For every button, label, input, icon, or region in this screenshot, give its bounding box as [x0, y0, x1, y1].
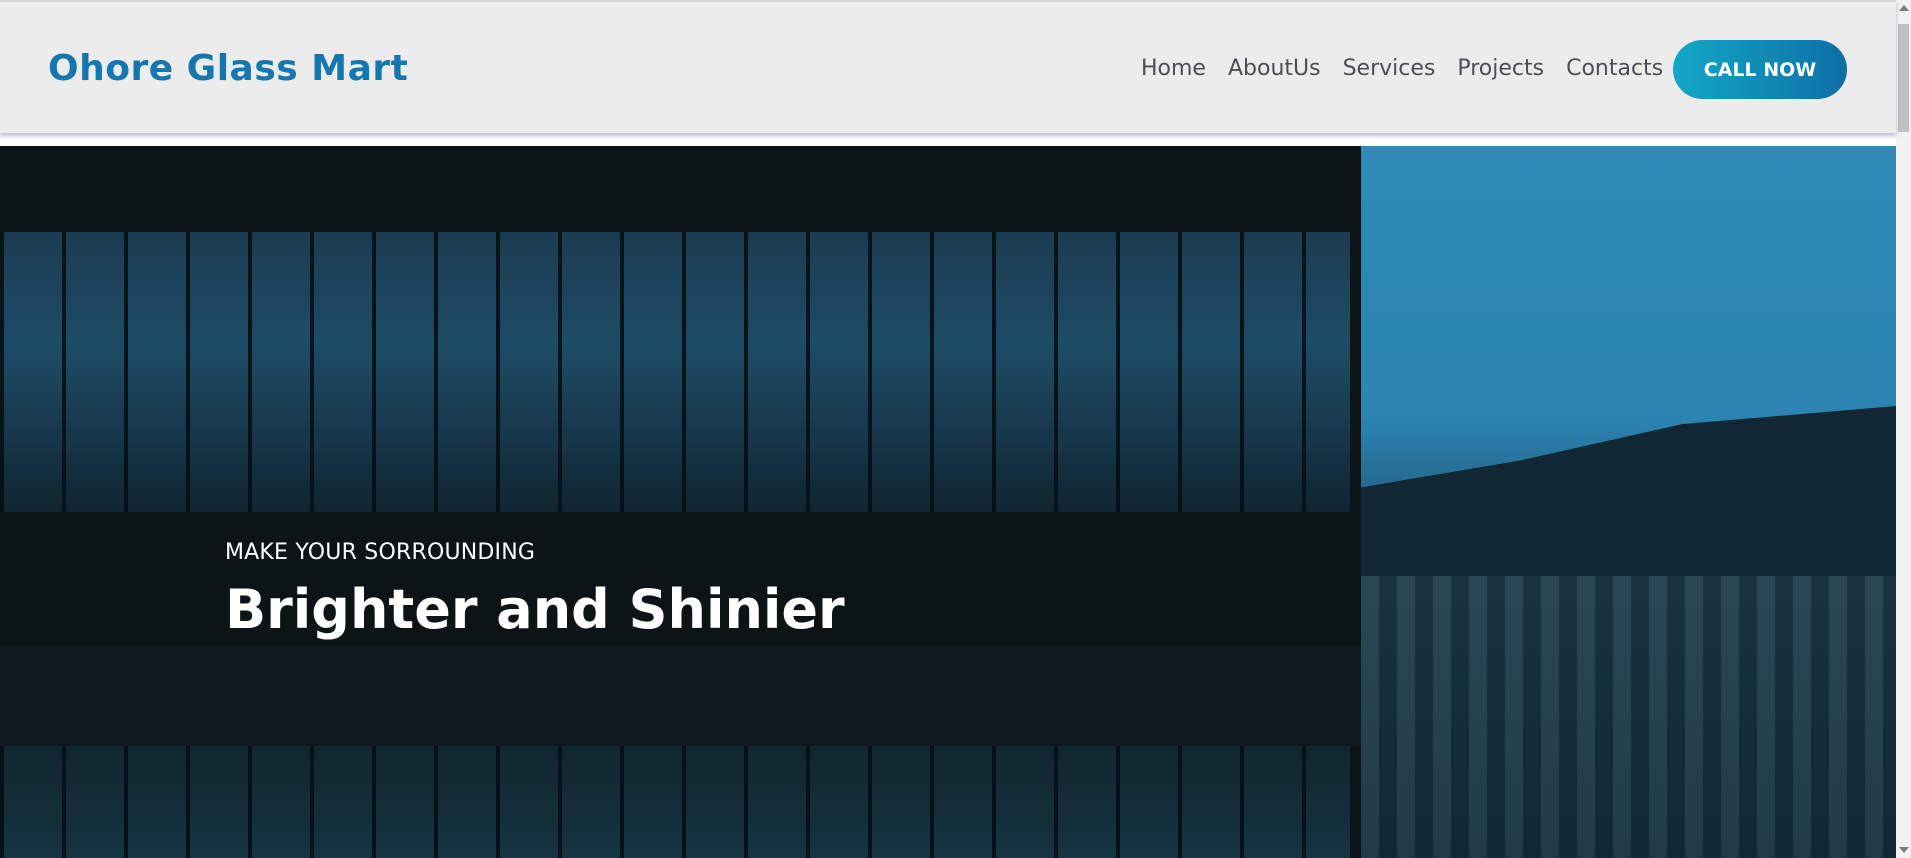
page-scrollbar[interactable] [1896, 0, 1911, 858]
scroll-down-arrow-icon[interactable] [1899, 847, 1909, 853]
hero-subtitle: MAKE YOUR SORROUNDING [225, 540, 536, 565]
scrollbar-thumb[interactable] [1898, 24, 1909, 132]
nav-contacts[interactable]: Contacts [1566, 56, 1663, 81]
nav-projects[interactable]: Projects [1457, 56, 1544, 81]
hero-banner: MAKE YOUR SORROUNDING Brighter and Shini… [0, 146, 1896, 858]
call-now-button[interactable]: CALL NOW [1673, 40, 1847, 99]
site-logo[interactable]: Ohore Glass Mart [48, 48, 408, 89]
main-nav: Home AboutUs Services Projects Contacts [1141, 56, 1663, 81]
site-header: Ohore Glass Mart Home AboutUs Services P… [0, 0, 1896, 133]
building-window-band [0, 232, 1350, 512]
nav-about-us[interactable]: AboutUs [1228, 56, 1321, 81]
nav-services[interactable]: Services [1343, 56, 1436, 81]
building-floor-strip [0, 646, 1361, 746]
hero-glass-building [0, 146, 1361, 858]
nav-home[interactable]: Home [1141, 56, 1206, 81]
building-lower-windows [0, 746, 1350, 858]
scroll-up-arrow-icon[interactable] [1899, 5, 1909, 11]
hero-title: Brighter and Shinier [225, 578, 845, 641]
hero-city-background [1361, 576, 1896, 858]
